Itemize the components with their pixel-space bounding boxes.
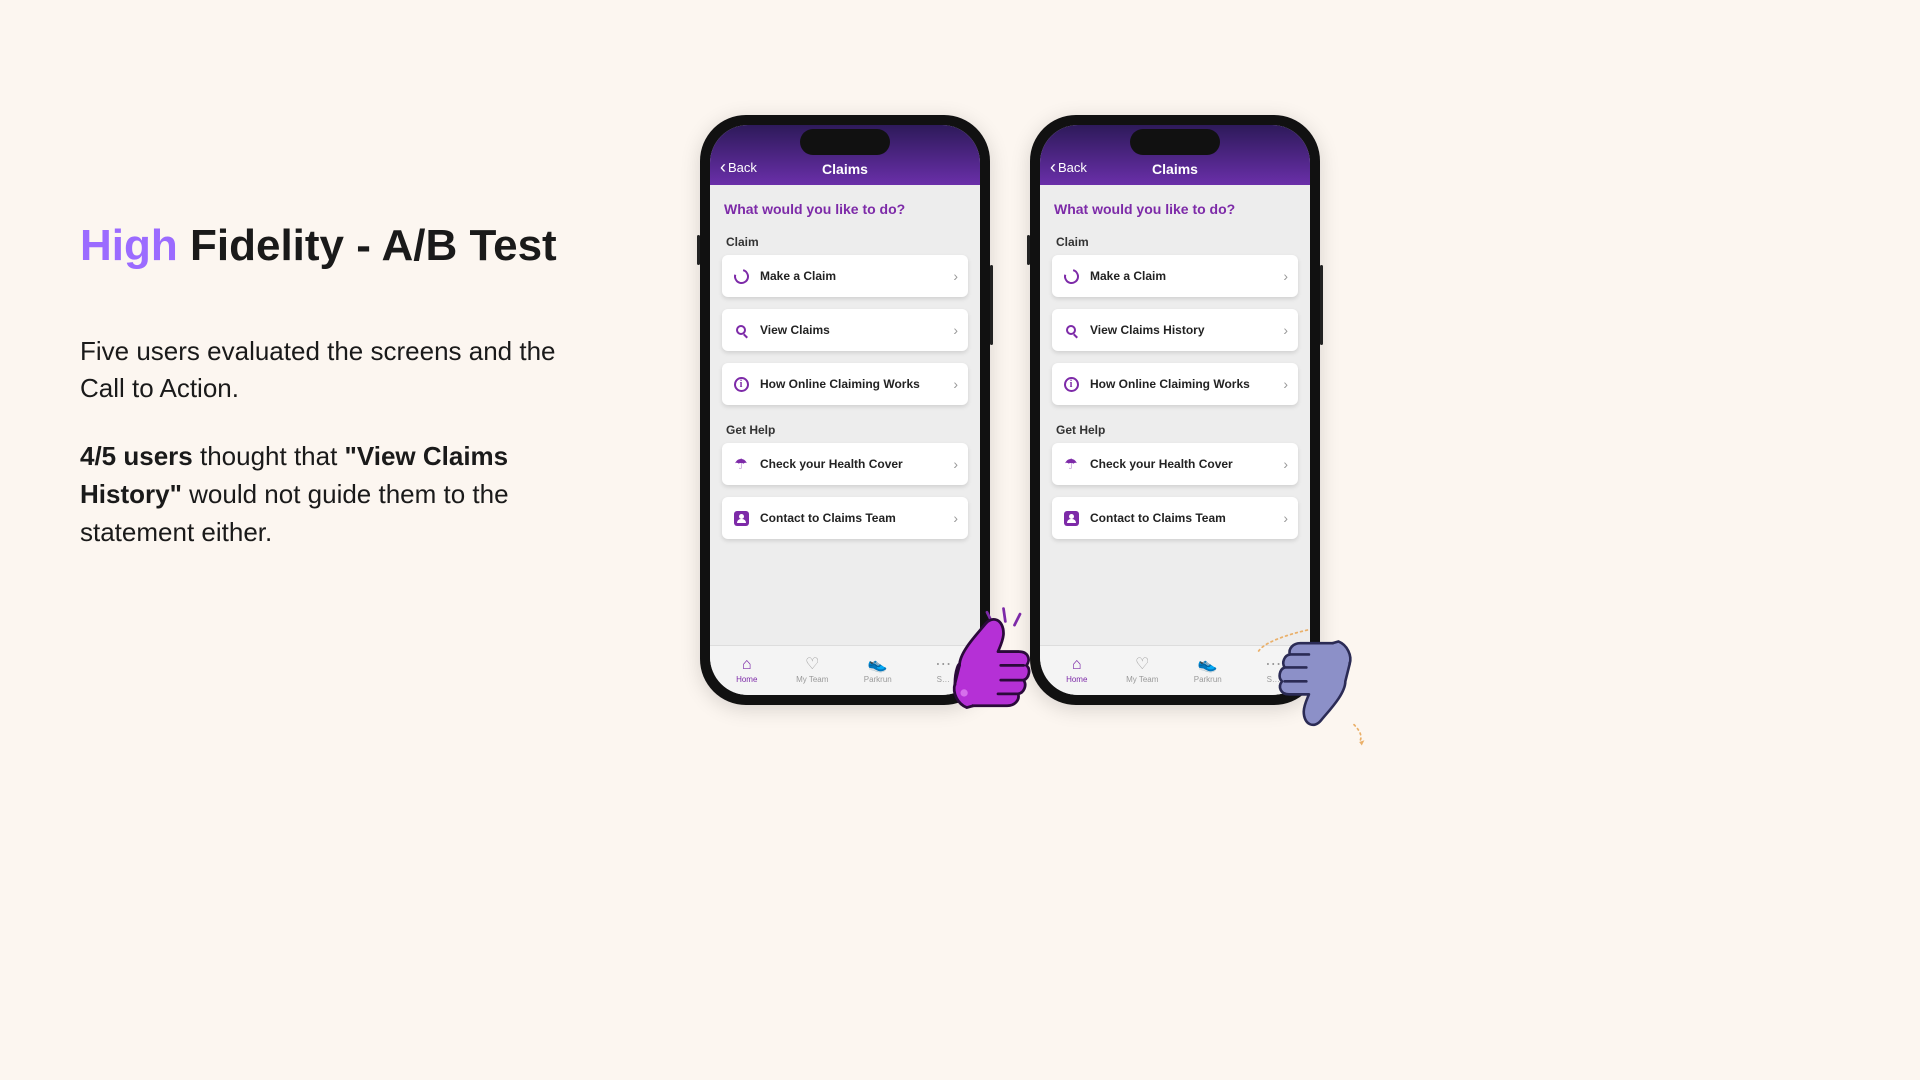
card-make-claim[interactable]: Make a Claim › (722, 255, 968, 297)
chevron-right-icon: › (953, 268, 958, 284)
thumbs-up-icon (932, 600, 1042, 740)
chevron-left-icon: ‹ (1050, 158, 1056, 176)
heart-icon: ♡ (1135, 657, 1149, 673)
back-button[interactable]: ‹ Back (1050, 158, 1087, 176)
tab-parkrun[interactable]: 👟 Parkrun (845, 657, 911, 684)
prompt-text: What would you like to do? (722, 195, 968, 229)
card-label: Check your Health Cover (760, 457, 943, 471)
chevron-right-icon: › (1283, 376, 1288, 392)
umbrella-icon: ☂ (1062, 455, 1080, 473)
phone-notch (800, 129, 890, 155)
heart-icon: ♡ (805, 657, 819, 673)
card-how-online-claiming[interactable]: i How Online Claiming Works › (722, 363, 968, 405)
card-label: View Claims (760, 323, 943, 337)
slide: High Fidelity - A/B Test Five users eval… (0, 0, 1536, 864)
card-label: Check your Health Cover (1090, 457, 1273, 471)
card-label: Contact to Claims Team (760, 511, 943, 525)
info-icon: i (732, 375, 750, 393)
shoe-icon: 👟 (868, 657, 888, 673)
chevron-right-icon: › (953, 510, 958, 526)
chevron-left-icon: ‹ (720, 158, 726, 176)
header-title: Claims (1152, 161, 1198, 177)
tab-parkrun[interactable]: 👟 Parkrun (1175, 657, 1241, 684)
tab-label: Home (1066, 675, 1087, 684)
back-label: Back (1058, 160, 1087, 175)
paragraph-1: Five users evaluated the screens and the… (80, 333, 600, 408)
chevron-right-icon: › (953, 322, 958, 338)
search-icon (1062, 321, 1080, 339)
chevron-right-icon: › (953, 456, 958, 472)
section-help-label: Get Help (1052, 417, 1298, 443)
tab-home[interactable]: ⌂ Home (1044, 657, 1110, 684)
tab-label: Home (736, 675, 757, 684)
tab-label: My Team (1126, 675, 1158, 684)
tab-label: Parkrun (864, 675, 892, 684)
home-icon: ⌂ (1072, 657, 1082, 673)
chevron-right-icon: › (953, 376, 958, 392)
refresh-icon (1062, 267, 1080, 285)
person-icon (732, 509, 750, 527)
card-make-claim[interactable]: Make a Claim › (1052, 255, 1298, 297)
card-contact-team[interactable]: Contact to Claims Team › (722, 497, 968, 539)
chevron-right-icon: › (1283, 510, 1288, 526)
title-rest: Fidelity - A/B Test (178, 221, 557, 270)
search-icon (732, 321, 750, 339)
chevron-right-icon: › (1283, 456, 1288, 472)
refresh-icon (732, 267, 750, 285)
card-label: Make a Claim (760, 269, 943, 283)
tab-label: Parkrun (1194, 675, 1222, 684)
card-view-claims-history[interactable]: View Claims History › (1052, 309, 1298, 351)
tab-home[interactable]: ⌂ Home (714, 657, 780, 684)
chevron-right-icon: › (1283, 322, 1288, 338)
header-title: Claims (822, 161, 868, 177)
prompt-text: What would you like to do? (1052, 195, 1298, 229)
card-label: How Online Claiming Works (1090, 377, 1273, 391)
card-label: Make a Claim (1090, 269, 1273, 283)
para2-strong-users: 4/5 users (80, 441, 193, 471)
card-check-cover[interactable]: ☂ Check your Health Cover › (1052, 443, 1298, 485)
tab-label: My Team (796, 675, 828, 684)
text-column: High Fidelity - A/B Test Five users eval… (80, 220, 600, 581)
person-icon (1062, 509, 1080, 527)
home-icon: ⌂ (742, 657, 752, 673)
chevron-right-icon: › (1283, 268, 1288, 284)
para2-mid: thought that (193, 441, 345, 471)
card-label: How Online Claiming Works (760, 377, 943, 391)
phone-screen: ‹ Back Claims What would you like to do?… (1040, 125, 1310, 695)
shoe-icon: 👟 (1198, 657, 1218, 673)
card-label: View Claims History (1090, 323, 1273, 337)
info-icon: i (1062, 375, 1080, 393)
content-area: What would you like to do? Claim Make a … (710, 185, 980, 645)
paragraph-2: 4/5 users thought that "View Claims Hist… (80, 438, 600, 551)
card-how-online-claiming[interactable]: i How Online Claiming Works › (1052, 363, 1298, 405)
slide-title: High Fidelity - A/B Test (80, 220, 600, 273)
tab-my-team[interactable]: ♡ My Team (780, 657, 846, 684)
content-area: What would you like to do? Claim Make a … (1040, 185, 1310, 645)
umbrella-icon: ☂ (732, 455, 750, 473)
title-accent: High (80, 221, 178, 270)
card-contact-team[interactable]: Contact to Claims Team › (1052, 497, 1298, 539)
card-label: Contact to Claims Team (1090, 511, 1273, 525)
section-help-label: Get Help (722, 417, 968, 443)
card-check-cover[interactable]: ☂ Check your Health Cover › (722, 443, 968, 485)
card-view-claims[interactable]: View Claims › (722, 309, 968, 351)
section-claim-label: Claim (1052, 229, 1298, 255)
tab-my-team[interactable]: ♡ My Team (1110, 657, 1176, 684)
thumbs-down-icon (1250, 615, 1380, 765)
phone-notch (1130, 129, 1220, 155)
section-claim-label: Claim (722, 229, 968, 255)
back-label: Back (728, 160, 757, 175)
back-button[interactable]: ‹ Back (720, 158, 757, 176)
